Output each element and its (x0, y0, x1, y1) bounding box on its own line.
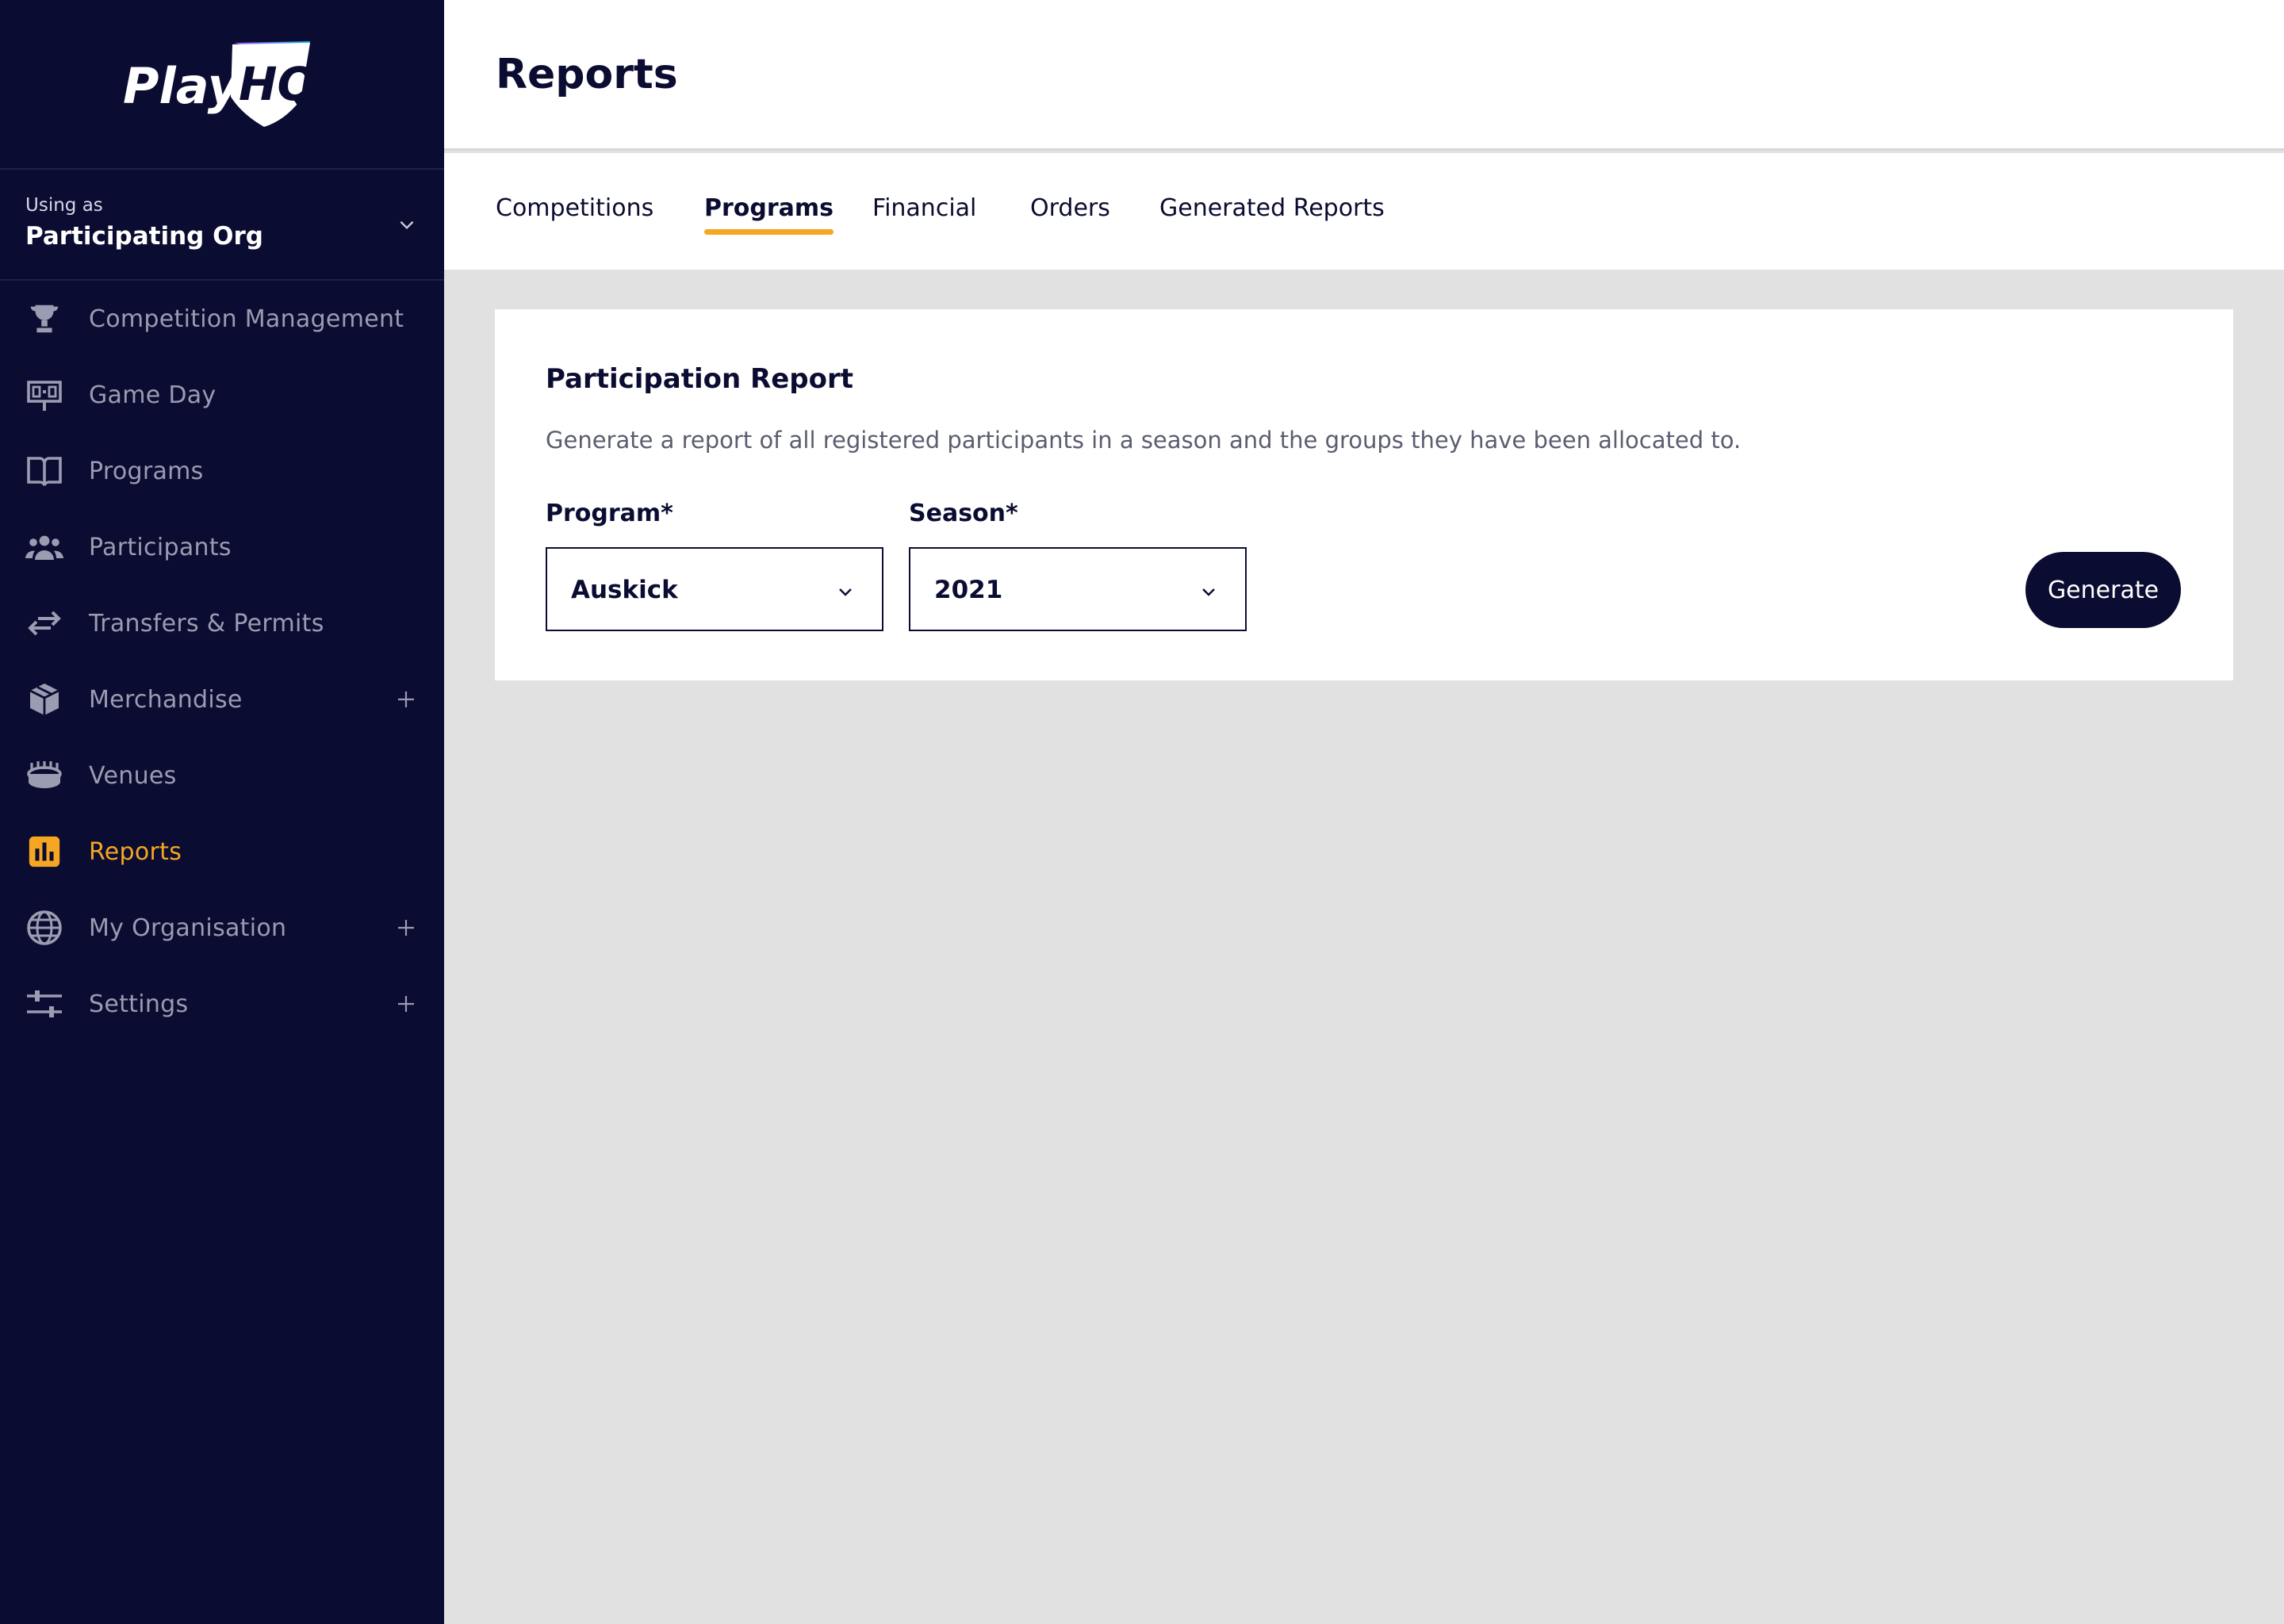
tab-orders[interactable]: Orders (1030, 194, 1110, 222)
season-select[interactable]: 2021 (909, 547, 1247, 631)
chevron-down-icon (1202, 588, 1215, 596)
logo-play-text: Play (123, 57, 242, 115)
book-icon (25, 452, 63, 490)
bar-chart-icon (25, 833, 63, 871)
sidebar-item-label: Venues (89, 761, 177, 790)
program-select[interactable]: Auskick (546, 547, 883, 631)
tab-generated-reports[interactable]: Generated Reports (1159, 194, 1385, 222)
trophy-icon (25, 300, 63, 338)
sidebar: Play HQ Using as Participating Org Compe… (0, 0, 444, 1624)
sidebar-item-label: Game Day (89, 381, 217, 409)
program-label: Program* (546, 500, 673, 527)
chevron-down-icon[interactable] (397, 214, 417, 235)
sidebar-item-label: My Organisation (89, 914, 287, 942)
tab-financial[interactable]: Financial (872, 194, 976, 222)
box-icon (25, 680, 63, 718)
chevron-down-icon (839, 588, 852, 596)
report-title: Participation Report (546, 363, 853, 395)
sidebar-item-label: Merchandise (89, 685, 243, 714)
app-root: Play HQ Using as Participating Org Compe… (0, 0, 2284, 1624)
logo[interactable]: Play HQ (0, 0, 444, 170)
page-header: Reports (444, 0, 2284, 151)
sidebar-item-game-day[interactable]: Game Day (0, 357, 444, 433)
sidebar-item-label: Reports (89, 837, 182, 866)
page-title: Reports (496, 51, 678, 98)
sidebar-item-transfers-permits[interactable]: Transfers & Permits (0, 585, 444, 661)
season-label: Season* (909, 500, 1018, 527)
tab-competitions[interactable]: Competitions (496, 194, 653, 222)
sidebar-item-label: Participants (89, 533, 232, 561)
people-icon (25, 528, 63, 566)
tab-programs[interactable]: Programs (704, 194, 834, 235)
plus-icon[interactable] (397, 994, 416, 1013)
sidebar-item-label: Programs (89, 457, 204, 485)
org-switcher[interactable]: Using as Participating Org (0, 170, 444, 281)
sidebar-item-programs[interactable]: Programs (0, 433, 444, 509)
season-select-value: 2021 (934, 576, 1003, 604)
sidebar-item-settings[interactable]: Settings (0, 966, 444, 1042)
program-select-value: Auskick (571, 576, 678, 604)
plus-icon[interactable] (397, 918, 416, 937)
stadium-icon (25, 756, 63, 795)
participation-report-card: Participation Report Generate a report o… (495, 309, 2233, 680)
tab-bar: Competitions Programs Financial Orders G… (444, 153, 2284, 270)
generate-button[interactable]: Generate (2025, 552, 2181, 628)
plus-icon[interactable] (397, 690, 416, 709)
sidebar-item-venues[interactable]: Venues (0, 737, 444, 814)
sidebar-item-label: Settings (89, 990, 189, 1018)
logo-hq-text: HQ (239, 57, 316, 111)
sidebar-item-label: Transfers & Permits (89, 609, 324, 638)
sidebar-item-merchandise[interactable]: Merchandise (0, 661, 444, 737)
globe-icon (25, 909, 63, 947)
sidebar-nav: Competition Management Game Day Programs… (0, 281, 444, 1042)
report-description: Generate a report of all registered part… (546, 427, 1742, 454)
playhq-logo-icon: Play HQ (123, 41, 316, 127)
org-switcher-name: Participating Org (25, 222, 263, 251)
scoreboard-icon (25, 376, 63, 414)
sidebar-item-reports[interactable]: Reports (0, 814, 444, 890)
sidebar-item-my-organisation[interactable]: My Organisation (0, 890, 444, 966)
sliders-icon (25, 985, 63, 1023)
sidebar-item-participants[interactable]: Participants (0, 509, 444, 585)
sidebar-item-label: Competition Management (89, 304, 404, 333)
sidebar-item-competition-management[interactable]: Competition Management (0, 281, 444, 357)
org-switcher-caption: Using as (25, 195, 103, 216)
transfer-arrows-icon (25, 604, 63, 642)
